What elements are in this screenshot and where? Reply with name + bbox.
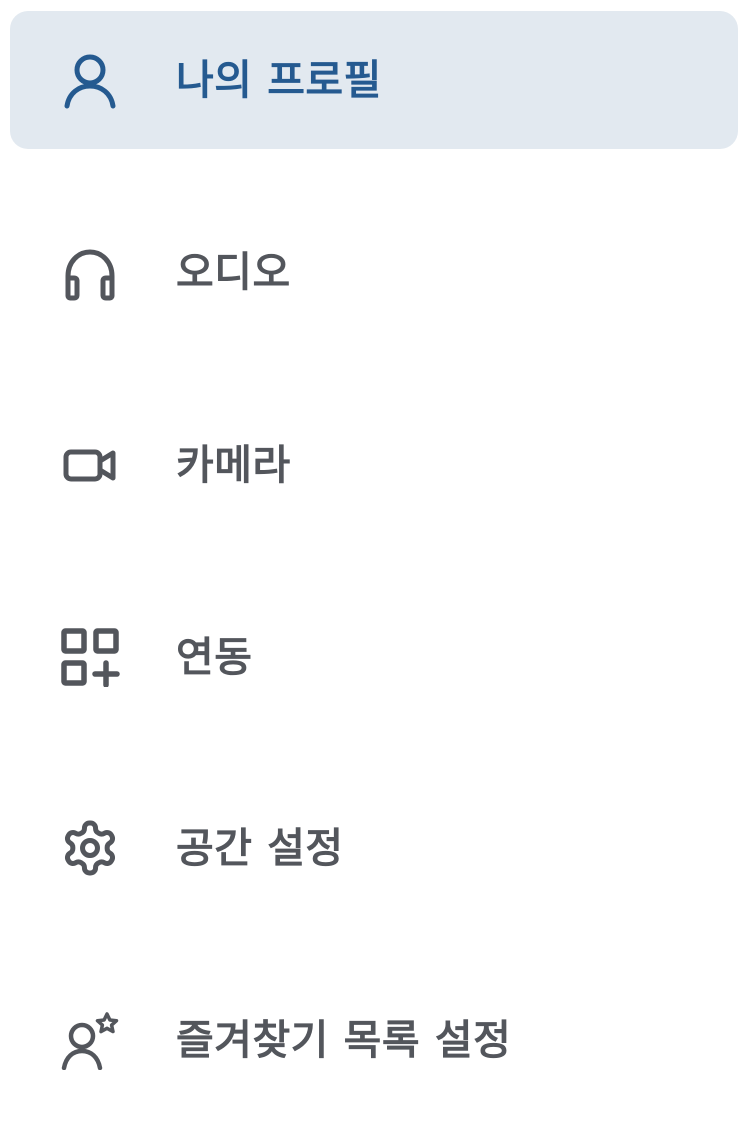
settings-menu: 나의 프로필 오디오 카메라 연동 공간 설정 즐겨찾기 목록 설정 [0,0,750,1126]
menu-item-label: 카메라 [176,441,291,489]
menu-item-label: 나의 프로필 [176,56,382,104]
gear-icon [60,818,120,878]
menu-item-label: 오디오 [176,248,291,296]
menu-item-my-profile[interactable]: 나의 프로필 [10,11,738,149]
video-camera-icon [60,435,120,495]
menu-item-space-settings[interactable]: 공간 설정 [10,779,738,917]
menu-item-label: 연동 [176,633,253,681]
apps-add-icon [60,627,120,687]
menu-item-label: 즐겨찾기 목록 설정 [176,1016,512,1064]
headphones-icon [60,242,120,302]
person-star-icon [60,1010,120,1070]
menu-item-camera[interactable]: 카메라 [10,396,738,534]
person-icon [60,50,120,110]
menu-item-audio[interactable]: 오디오 [10,203,738,341]
menu-item-label: 공간 설정 [176,824,344,872]
menu-item-integration[interactable]: 연동 [10,588,738,726]
menu-item-favorites-settings[interactable]: 즐겨찾기 목록 설정 [10,971,738,1109]
